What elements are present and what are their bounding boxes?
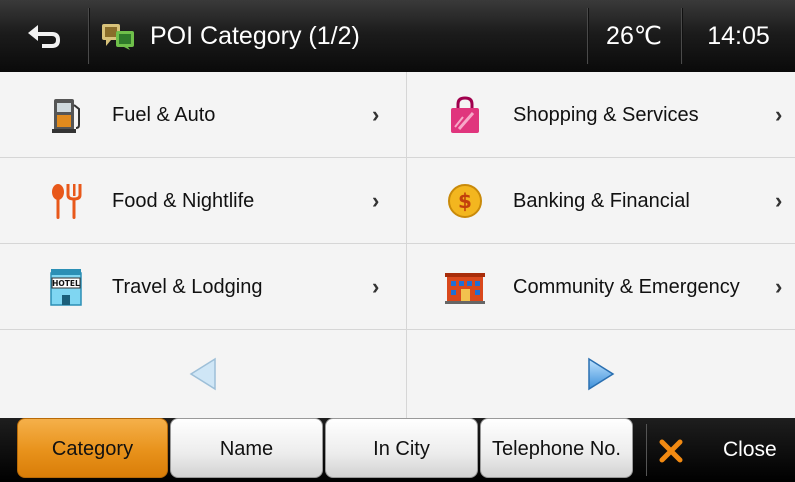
chevron-right-icon: › — [775, 188, 783, 213]
hotel-icon: HOTEL — [50, 269, 82, 306]
category-community-emergency[interactable]: Community & Emergency › — [407, 244, 795, 330]
category-grid: Fuel & Auto › Shopping & Services › Food — [0, 72, 795, 418]
next-page-button[interactable] — [407, 330, 795, 418]
tab-name[interactable]: Name — [170, 418, 323, 478]
header-separator — [88, 8, 89, 64]
category-label: Community & Emergency — [513, 276, 740, 298]
building-icon — [445, 273, 485, 304]
poi-category-icon — [102, 24, 134, 50]
triangle-left-icon — [189, 357, 216, 391]
temperature-readout: 26℃ — [606, 22, 662, 50]
tab-category[interactable]: Category — [17, 418, 168, 478]
tab-in-city[interactable]: In City — [325, 418, 478, 478]
svg-text:HOTEL: HOTEL — [52, 279, 80, 288]
close-label: Close — [723, 438, 777, 461]
chevron-right-icon: › — [372, 274, 380, 299]
category-shopping-services[interactable]: Shopping & Services › — [407, 72, 795, 158]
search-tab-bar: Category Name In City Telephone No. Clos… — [0, 418, 795, 482]
header-bar: POI Category (1/2) 26℃ 14:05 — [0, 0, 795, 72]
category-food-nightlife[interactable]: Food & Nightlife › — [0, 158, 406, 244]
dollar-coin-icon: $ — [448, 184, 482, 218]
triangle-right-icon — [588, 357, 615, 391]
category-label: Fuel & Auto — [112, 104, 216, 126]
clock-readout: 14:05 — [707, 22, 770, 50]
shopping-bag-icon — [451, 96, 479, 133]
chevron-right-icon: › — [372, 102, 380, 127]
fork-knife-icon — [52, 184, 82, 219]
fuel-pump-icon — [52, 99, 80, 133]
close-button[interactable]: Close — [646, 418, 795, 482]
back-arrow-icon — [28, 25, 60, 48]
chevron-right-icon: › — [372, 188, 380, 213]
category-label: Shopping & Services — [513, 104, 699, 126]
tab-telephone-no[interactable]: Telephone No. — [480, 418, 633, 478]
category-banking-financial[interactable]: $ Banking & Financial › — [407, 158, 795, 244]
close-x-icon — [659, 439, 683, 463]
screen: POI Category (1/2) 26℃ 14:05 Fuel & Auto… — [0, 0, 795, 482]
back-button[interactable] — [0, 0, 88, 72]
chevron-right-icon: › — [775, 274, 783, 299]
previous-page-button[interactable] — [0, 330, 406, 418]
category-label: Banking & Financial — [513, 190, 690, 212]
page-title: POI Category (1/2) — [150, 22, 360, 50]
category-label: Food & Nightlife — [112, 190, 255, 212]
category-travel-lodging[interactable]: HOTEL Travel & Lodging › — [0, 244, 406, 330]
category-fuel-auto[interactable]: Fuel & Auto › — [0, 72, 406, 158]
category-label: Travel & Lodging — [112, 276, 263, 298]
chevron-right-icon: › — [775, 102, 783, 127]
svg-text:$: $ — [458, 189, 472, 213]
